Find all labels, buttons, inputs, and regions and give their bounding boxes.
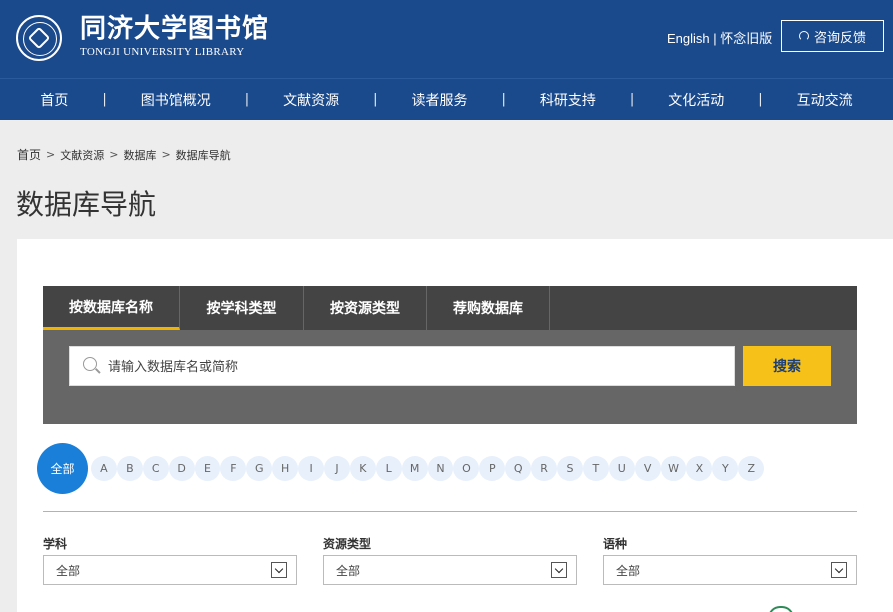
nav-separator: | <box>244 92 250 107</box>
breadcrumb-separator: > <box>161 148 171 161</box>
search-tabs: 按数据库名称 按学科类型 按资源类型 荐购数据库 <box>43 286 857 330</box>
nav-culture[interactable]: 文化活动 <box>634 90 758 110</box>
main-nav: 首页 | 图书馆概况 | 文献资源 | 读者服务 | 科研支持 | 文化活动 |… <box>0 78 893 120</box>
letter-w[interactable]: W <box>660 455 687 481</box>
breadcrumb-item[interactable]: 文献资源 <box>60 147 104 163</box>
nav-home[interactable]: 首页 <box>6 90 102 110</box>
nav-separator: | <box>501 92 506 107</box>
search-button[interactable]: 搜索 <box>743 346 831 386</box>
breadcrumb-separator: > <box>109 148 119 161</box>
letter-all[interactable]: 全部 <box>37 442 88 494</box>
breadcrumb-current: 数据库导航 <box>175 148 231 162</box>
section-divider <box>43 511 857 512</box>
english-link[interactable]: English <box>667 31 710 46</box>
letter-x[interactable]: X <box>686 455 713 481</box>
resource-type-select-value: 全部 <box>336 563 361 578</box>
nav-separator: | <box>629 92 635 107</box>
chevron-down-icon <box>551 562 567 578</box>
letter-d[interactable]: D <box>168 455 195 481</box>
letter-j[interactable]: J <box>324 455 350 481</box>
tab-by-resource-type[interactable]: 按资源类型 <box>304 286 427 330</box>
letter-v[interactable]: V <box>634 455 661 481</box>
letter-h[interactable]: H <box>272 455 299 481</box>
tab-by-name[interactable]: 按数据库名称 <box>43 286 180 330</box>
nav-interaction[interactable]: 互动交流 <box>763 90 887 110</box>
nav-separator: | <box>758 92 763 107</box>
nav-research[interactable]: 科研支持 <box>506 90 630 110</box>
letter-s[interactable]: S <box>557 455 583 481</box>
breadcrumb: 首页 > 文献资源 > 数据库 > 数据库导航 <box>17 146 231 163</box>
search-input[interactable] <box>108 347 728 385</box>
breadcrumb-separator: > <box>46 148 56 161</box>
letter-o[interactable]: O <box>453 455 480 481</box>
letter-c[interactable]: C <box>142 455 169 481</box>
letter-q[interactable]: Q <box>505 455 532 481</box>
letter-u[interactable]: U <box>608 455 635 481</box>
subject-select[interactable]: 全部 <box>43 555 297 585</box>
nav-services[interactable]: 读者服务 <box>378 90 502 110</box>
nav-resources[interactable]: 文献资源 <box>249 90 373 110</box>
breadcrumb-home[interactable]: 首页 <box>17 146 41 163</box>
letter-t[interactable]: T <box>582 455 609 481</box>
letter-p[interactable]: P <box>479 455 506 481</box>
letter-g[interactable]: G <box>246 455 273 481</box>
consult-label: 咨询反馈 <box>813 30 866 46</box>
floating-badge-icon[interactable] <box>768 606 794 612</box>
university-seal-icon[interactable] <box>16 15 62 61</box>
site-header: 同济大学图书馆 TONGJI UNIVERSITY LIBRARY Englis… <box>0 0 893 78</box>
letter-k[interactable]: K <box>349 455 376 481</box>
letter-a[interactable]: A <box>91 455 117 481</box>
old-version-link[interactable]: 怀念旧版 <box>720 31 772 46</box>
language-select[interactable]: 全部 <box>603 555 857 585</box>
nav-about[interactable]: 图书馆概况 <box>107 90 245 110</box>
nav-separator: | <box>102 92 107 107</box>
database-panel: 按数据库名称 按学科类型 按资源类型 荐购数据库 搜索 全部 A B C D E… <box>17 239 893 612</box>
search-icon <box>83 357 97 371</box>
nav-separator: | <box>373 92 378 107</box>
chevron-down-icon <box>271 562 287 578</box>
filter-label-resource-type: 资源类型 <box>323 537 372 551</box>
resource-type-select[interactable]: 全部 <box>323 555 577 585</box>
letter-n[interactable]: N <box>427 455 454 481</box>
letter-i[interactable]: I <box>298 455 325 481</box>
tab-recommend[interactable]: 荐购数据库 <box>427 286 550 330</box>
letter-m[interactable]: M <box>401 455 428 481</box>
filter-label-subject: 学科 <box>43 537 68 551</box>
link-separator: | <box>713 31 717 46</box>
page-title: 数据库导航 <box>16 189 157 220</box>
tab-by-subject[interactable]: 按学科类型 <box>180 286 304 330</box>
headset-icon <box>798 31 809 41</box>
filter-label-language: 语种 <box>603 537 628 551</box>
language-select-value: 全部 <box>616 563 641 578</box>
letter-l[interactable]: L <box>375 455 402 481</box>
language-links: English | 怀念旧版 <box>667 28 772 47</box>
letter-y[interactable]: Y <box>712 455 739 481</box>
letter-f[interactable]: F <box>220 455 247 481</box>
letter-b[interactable]: B <box>116 455 143 481</box>
letter-e[interactable]: E <box>194 455 221 481</box>
letter-z[interactable]: Z <box>738 455 765 481</box>
letter-index: 全部 A B C D E F G H I J K L M N O P Q R S… <box>37 442 765 494</box>
consult-feedback-button[interactable]: 咨询反馈 <box>781 20 884 52</box>
logo-chinese[interactable]: 同济大学图书馆 <box>80 14 269 44</box>
subject-select-value: 全部 <box>56 563 81 578</box>
chevron-down-icon <box>831 562 847 578</box>
breadcrumb-item[interactable]: 数据库 <box>123 147 156 163</box>
letter-r[interactable]: R <box>531 455 558 481</box>
logo-english[interactable]: TONGJI UNIVERSITY LIBRARY <box>80 46 245 58</box>
search-box: 按数据库名称 按学科类型 按资源类型 荐购数据库 搜索 <box>43 286 857 424</box>
search-field[interactable] <box>69 346 735 386</box>
